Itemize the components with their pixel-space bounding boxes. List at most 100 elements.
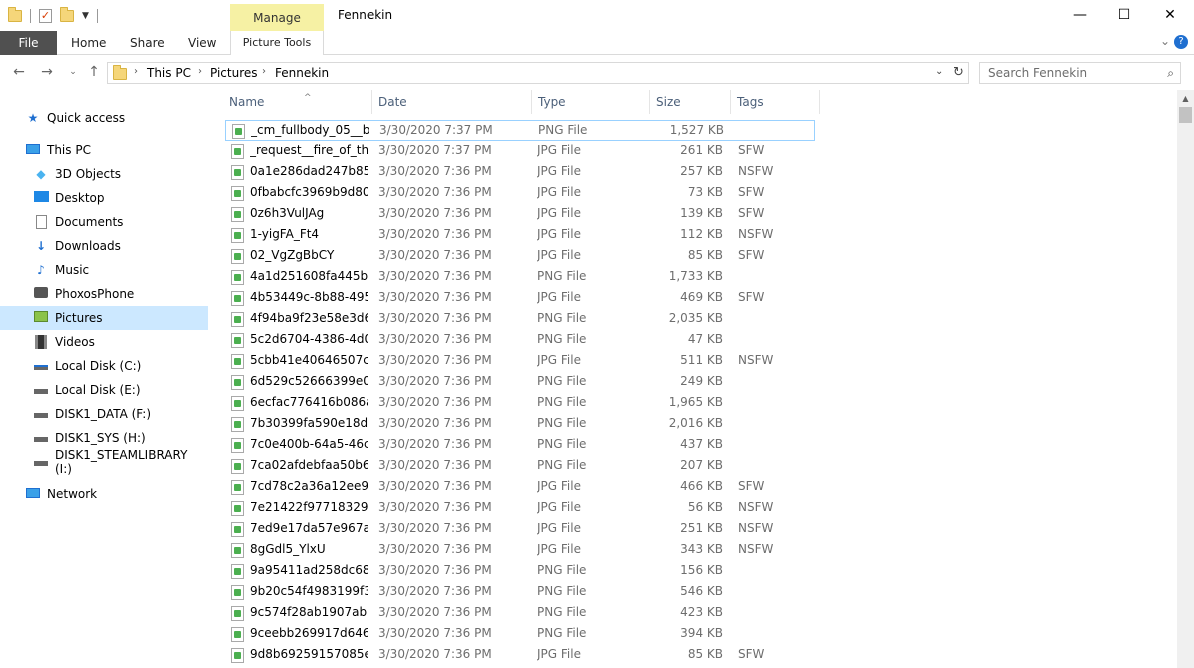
- computer-icon: [25, 143, 41, 157]
- file-row[interactable]: 7cd78c2a36a12ee90... 3/30/2020 7:36 PM JPG…: [225, 477, 815, 498]
- nav-phone[interactable]: PhoxosPhone: [0, 282, 208, 306]
- close-button[interactable]: ✕: [1147, 0, 1193, 31]
- column-header-label: Size: [656, 95, 681, 109]
- column-header-name[interactable]: Name ^: [222, 90, 372, 114]
- scroll-up-arrow-icon[interactable]: ▲: [1177, 90, 1194, 107]
- address-history-dropdown-icon[interactable]: ⌄: [935, 66, 943, 77]
- file-name: 7cd78c2a36a12ee90...: [250, 479, 368, 493]
- image-file-icon: [231, 438, 244, 453]
- new-folder-icon[interactable]: [60, 7, 74, 22]
- customize-toolbar-dropdown-icon[interactable]: ▼: [82, 11, 89, 21]
- nav-label: Pictures: [55, 311, 103, 325]
- tab-file[interactable]: File: [0, 31, 57, 55]
- file-row[interactable]: 8gGdl5_YlxU 3/30/2020 7:36 PM JPG File 343 …: [225, 540, 815, 561]
- nav-label: Music: [55, 263, 90, 277]
- breadcrumb-separator-icon[interactable]: ›: [198, 66, 202, 77]
- nav-disk1-steamlibrary[interactable]: DISK1_STEAMLIBRARY (I:): [0, 448, 208, 476]
- refresh-icon[interactable]: ↻: [953, 65, 964, 80]
- nav-documents[interactable]: Documents: [0, 210, 208, 234]
- cube-icon: ◆: [36, 167, 46, 181]
- search-input[interactable]: Search Fennekin ⌕: [979, 62, 1181, 84]
- file-name: 0z6h3VulJAg: [250, 206, 325, 220]
- file-row[interactable]: 5cbb41e40646507c9... 3/30/2020 7:36 PM JPG…: [225, 351, 815, 372]
- nav-local-disk-c[interactable]: Local Disk (C:): [0, 354, 208, 378]
- file-row[interactable]: _cm_fullbody_05__b... 3/30/2020 7:37 PM PN…: [225, 120, 815, 141]
- file-row[interactable]: 6ecfac776416b086a... 3/30/2020 7:36 PM PNG…: [225, 393, 815, 414]
- vertical-scrollbar[interactable]: ▲: [1177, 90, 1194, 668]
- tab-home[interactable]: Home: [71, 31, 106, 55]
- forward-arrow-icon[interactable]: →: [38, 64, 56, 80]
- file-name: 0a1e286dad247b85...: [250, 164, 368, 178]
- expand-ribbon-chevron-icon[interactable]: ⌄: [1160, 34, 1170, 48]
- nav-music[interactable]: ♪ Music: [0, 258, 208, 282]
- file-row[interactable]: 9c574f28ab1907ab5... 3/30/2020 7:36 PM PNG…: [225, 603, 815, 624]
- file-row[interactable]: 02_VgZgBbCY 3/30/2020 7:36 PM JPG File 85 K…: [225, 246, 815, 267]
- minimize-icon: —: [1073, 7, 1087, 23]
- file-tags: NSFW: [738, 353, 774, 367]
- help-icon[interactable]: ?: [1174, 35, 1188, 49]
- tab-view[interactable]: View: [188, 31, 216, 55]
- file-row[interactable]: 7b30399fa590e18db... 3/30/2020 7:36 PM PNG…: [225, 414, 815, 435]
- file-row[interactable]: 9a95411ad258dc689... 3/30/2020 7:36 PM PNG…: [225, 561, 815, 582]
- breadcrumb-separator-icon[interactable]: ›: [262, 66, 266, 77]
- file-type: JPG File: [537, 227, 581, 241]
- file-row[interactable]: 9b20c54f4983199f33... 3/30/2020 7:36 PM PN…: [225, 582, 815, 603]
- file-row[interactable]: 1-yigFA_Ft4 3/30/2020 7:36 PM JPG File 112 …: [225, 225, 815, 246]
- file-row[interactable]: 0fbabcfc3969b9d80... 3/30/2020 7:36 PM JPG…: [225, 183, 815, 204]
- file-row[interactable]: 7ed9e17da57e967ac... 3/30/2020 7:36 PM JPG…: [225, 519, 815, 540]
- recent-locations-chevron-icon[interactable]: ⌄: [64, 67, 82, 77]
- file-row[interactable]: 4a1d251608fa445b6... 3/30/2020 7:36 PM PNG…: [225, 267, 815, 288]
- maximize-button[interactable]: ☐: [1101, 0, 1147, 31]
- file-row[interactable]: 6d529c52666399e02... 3/30/2020 7:36 PM PNG…: [225, 372, 815, 393]
- file-name: _cm_fullbody_05__b...: [251, 123, 369, 137]
- file-row[interactable]: 9ceebb269917d6461... 3/30/2020 7:36 PM PNG…: [225, 624, 815, 645]
- file-row[interactable]: _request__fire_of_th... 3/30/2020 7:37 PM…: [225, 141, 815, 162]
- file-name: 9b20c54f4983199f33...: [250, 584, 368, 598]
- nav-network[interactable]: Network: [0, 482, 208, 506]
- file-row[interactable]: 7c0e400b-64a5-46c... 3/30/2020 7:36 PM PNG…: [225, 435, 815, 456]
- maximize-icon: ☐: [1117, 7, 1131, 23]
- breadcrumb-this-pc[interactable]: This PC: [147, 66, 191, 80]
- column-header-date[interactable]: Date: [371, 90, 532, 114]
- file-name: 4f94ba9f23e58e3d6...: [250, 311, 368, 325]
- image-file-icon: [231, 564, 244, 579]
- tab-manage[interactable]: Manage: [230, 4, 324, 32]
- column-header-type[interactable]: Type: [531, 90, 650, 114]
- scrollbar-thumb[interactable]: [1179, 107, 1192, 123]
- tab-share[interactable]: Share: [130, 31, 165, 55]
- file-row[interactable]: 4f94ba9f23e58e3d6... 3/30/2020 7:36 PM PNG…: [225, 309, 815, 330]
- nav-quick-access[interactable]: ★ Quick access: [0, 106, 208, 130]
- nav-3d-objects[interactable]: ◆ 3D Objects: [0, 162, 208, 186]
- file-row[interactable]: 4b53449c-8b88-495... 3/30/2020 7:36 PM JPG…: [225, 288, 815, 309]
- breadcrumb-fennekin[interactable]: Fennekin: [275, 66, 329, 80]
- up-arrow-icon[interactable]: ↑: [85, 64, 103, 80]
- nav-local-disk-e[interactable]: Local Disk (E:): [0, 378, 208, 402]
- file-date: 3/30/2020 7:36 PM: [378, 458, 492, 472]
- nav-videos[interactable]: Videos: [0, 330, 208, 354]
- nav-downloads[interactable]: ↓ Downloads: [0, 234, 208, 258]
- file-row[interactable]: 7ca02afdebfaa50b6... 3/30/2020 7:36 PM PNG…: [225, 456, 815, 477]
- file-row[interactable]: 5c2d6704-4386-4d0... 3/30/2020 7:36 PM PNG…: [225, 330, 815, 351]
- file-row[interactable]: 0a1e286dad247b85... 3/30/2020 7:36 PM JPG …: [225, 162, 815, 183]
- tab-picture-tools[interactable]: Picture Tools: [230, 31, 324, 55]
- nav-disk1-sys[interactable]: DISK1_SYS (H:): [0, 426, 208, 450]
- file-row[interactable]: 0z6h3VulJAg 3/30/2020 7:36 PM JPG File 139 …: [225, 204, 815, 225]
- nav-this-pc[interactable]: This PC: [0, 138, 208, 162]
- properties-icon[interactable]: ✓: [39, 9, 52, 23]
- file-tags: NSFW: [738, 521, 774, 535]
- image-file-icon: [231, 648, 244, 663]
- breadcrumb-separator-icon[interactable]: ›: [134, 66, 138, 77]
- nav-disk1-data[interactable]: DISK1_DATA (F:): [0, 402, 208, 426]
- nav-pictures[interactable]: Pictures: [0, 306, 208, 330]
- column-header-size[interactable]: Size: [649, 90, 731, 114]
- file-tags: SFW: [738, 290, 765, 304]
- file-row[interactable]: 9d8b69259157085e4... 3/30/2020 7:36 PM JPG…: [225, 645, 815, 666]
- back-arrow-icon[interactable]: ←: [10, 64, 28, 80]
- address-bar[interactable]: › This PC › Pictures › Fennekin ⌄ ↻: [107, 62, 969, 84]
- minimize-button[interactable]: —: [1057, 0, 1103, 31]
- folder-icon[interactable]: [8, 7, 22, 22]
- file-row[interactable]: 7e21422f977183298... 3/30/2020 7:36 PM JPG…: [225, 498, 815, 519]
- breadcrumb-pictures[interactable]: Pictures: [210, 66, 258, 80]
- column-header-tags[interactable]: Tags: [730, 90, 820, 114]
- nav-desktop[interactable]: Desktop: [0, 186, 208, 210]
